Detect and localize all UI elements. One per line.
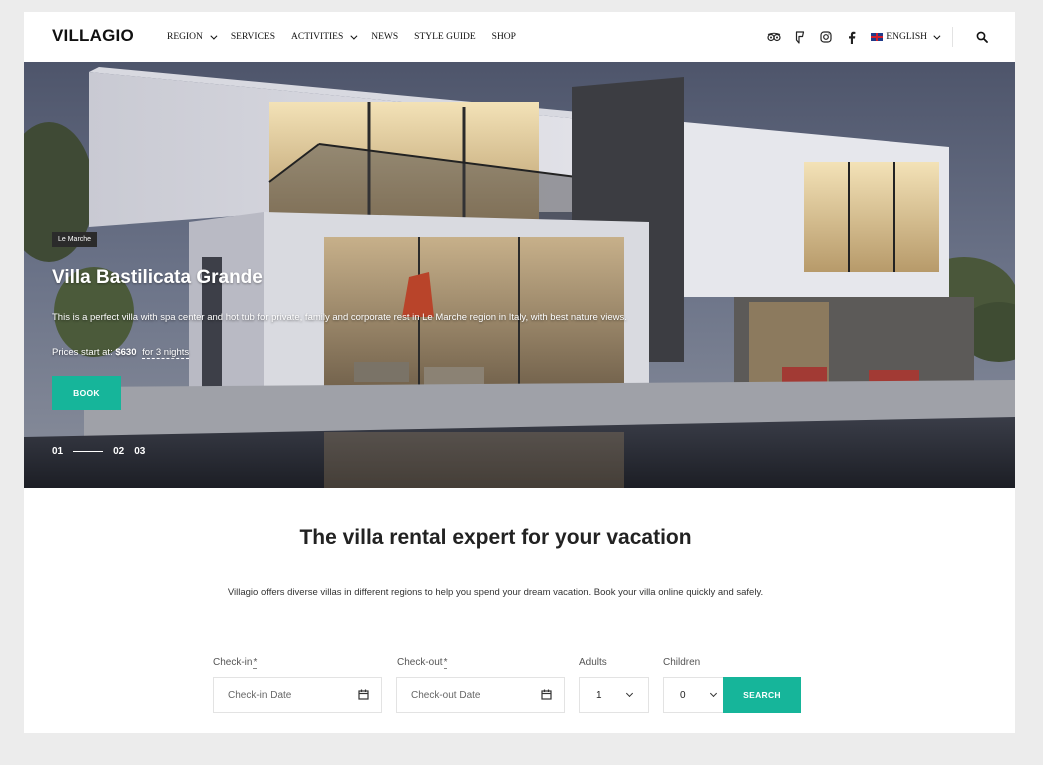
book-button[interactable]: BOOK: [52, 376, 121, 410]
chevron-down-icon: [933, 32, 941, 40]
language-label: ENGLISH: [886, 32, 927, 42]
slide-pagination: 01 02 03: [52, 446, 145, 457]
children-label: Children: [663, 657, 701, 668]
slide-1[interactable]: 01: [52, 446, 63, 457]
uk-flag-icon: [871, 33, 884, 41]
search-button[interactable]: SEARCH: [723, 677, 801, 713]
nav-item-activities[interactable]: ACTIVITIES: [291, 32, 358, 42]
site-header: VILLAGIO REGION SERVICES ACTIVITIES NEWS…: [24, 12, 1015, 62]
calendar-icon[interactable]: [541, 689, 552, 703]
checkin-input[interactable]: Check-in Date: [213, 677, 382, 713]
price-prefix: Prices start at:: [52, 347, 113, 358]
site-logo[interactable]: VILLAGIO: [52, 26, 134, 46]
section-headline: The villa rental expert for your vacatio…: [299, 526, 692, 549]
slide-3[interactable]: 03: [134, 446, 145, 457]
price-value: $630: [115, 347, 137, 358]
nav-item-services[interactable]: SERVICES: [231, 32, 275, 42]
adults-value: 1: [596, 689, 602, 701]
chevron-down-icon: [350, 32, 358, 40]
hero-price: Prices start at: $630 for 3 nights: [52, 347, 190, 359]
nav-item-region[interactable]: REGION: [167, 32, 218, 42]
language-selector[interactable]: ENGLISH: [871, 32, 941, 42]
checkin-label: Check-in*: [213, 657, 258, 669]
hero-description: This is a perfect villa with spa center …: [52, 312, 627, 323]
search-icon[interactable]: [971, 26, 993, 48]
browser-frame: VILLAGIO REGION SERVICES ACTIVITIES NEWS…: [0, 0, 1043, 765]
chevron-down-icon: [625, 689, 634, 698]
slide-2[interactable]: 02: [113, 446, 124, 457]
header-divider: [952, 27, 953, 47]
main-nav: REGION SERVICES ACTIVITIES NEWS STYLE GU…: [167, 32, 516, 42]
instagram-icon[interactable]: [815, 26, 837, 48]
checkin-placeholder: Check-in Date: [228, 689, 292, 701]
nav-item-style-guide[interactable]: STYLE GUIDE: [414, 32, 475, 42]
children-value: 0: [680, 689, 686, 701]
nav-item-shop[interactable]: SHOP: [492, 32, 516, 42]
region-badge[interactable]: Le Marche: [52, 232, 98, 247]
foursquare-icon[interactable]: [789, 26, 811, 48]
checkout-placeholder: Check-out Date: [411, 689, 481, 701]
checkout-label: Check-out*: [397, 657, 448, 669]
section-intro: Villagio offers diverse villas in differ…: [227, 587, 764, 598]
adults-label: Adults: [579, 657, 607, 668]
page: VILLAGIO REGION SERVICES ACTIVITIES NEWS…: [24, 12, 1015, 733]
price-suffix: for 3 nights: [142, 347, 190, 359]
adults-select[interactable]: 1: [579, 677, 649, 713]
hero-title: Villa Bastilicata Grande: [52, 267, 263, 288]
tripadvisor-icon[interactable]: [763, 26, 785, 48]
chevron-down-icon: [210, 32, 218, 40]
hero-slider: Le Marche Villa Bastilicata Grande This …: [24, 62, 1015, 488]
nav-item-news[interactable]: NEWS: [371, 32, 398, 42]
header-right: ENGLISH: [763, 12, 1015, 62]
checkout-input[interactable]: Check-out Date: [396, 677, 565, 713]
active-slide-indicator: [73, 450, 104, 453]
calendar-icon[interactable]: [358, 689, 369, 703]
chevron-down-icon: [709, 689, 718, 698]
facebook-icon[interactable]: [841, 26, 863, 48]
